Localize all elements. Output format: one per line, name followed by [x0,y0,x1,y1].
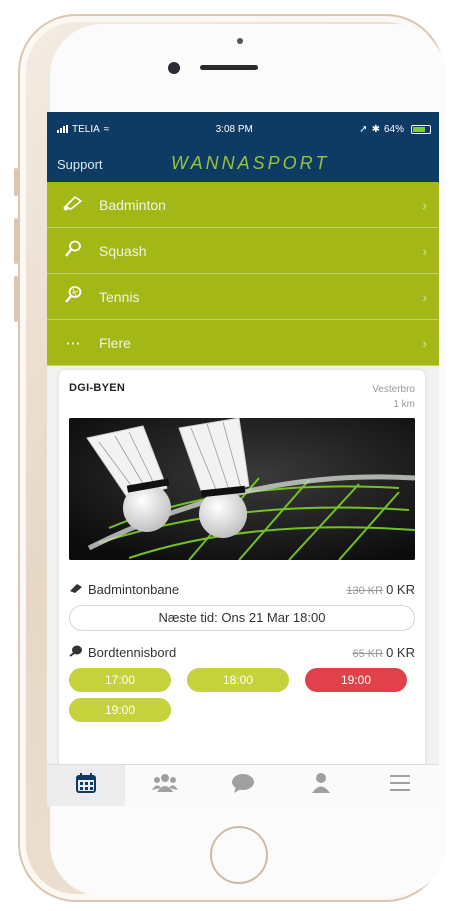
more-dots-icon: ⋯ [65,334,81,352]
menu-item-squash[interactable]: Squash › [47,228,439,274]
bottom-tab-bar [47,764,439,806]
tab-profile[interactable] [282,765,360,806]
old-price: 130 KR [346,585,384,597]
time-slot-chip-unavailable[interactable]: 19:00 [305,668,407,692]
tennis-racket-icon [61,285,85,308]
menu-label: Squash [99,242,147,259]
menu-item-tennis[interactable]: Tennis › [47,274,439,320]
chevron-right-icon: › [422,288,427,305]
mute-switch [14,168,18,196]
location-icon: ➚ [359,123,368,135]
squash-racket-icon [61,240,85,262]
chevron-right-icon: › [422,242,427,259]
facility-name: Badmintonbane [88,582,180,597]
menu-item-flere[interactable]: ⋯ Flere › [47,320,439,366]
calendar-icon [75,772,97,799]
venue-photo [69,418,415,560]
venue-name: DGI-BYEN [69,382,126,394]
chevron-right-icon: › [422,196,427,213]
tab-chat[interactable] [204,765,282,806]
status-bar: TELIA ≈ 3:08 PM ➚ ✱ 64% [47,112,439,146]
volume-down-button [14,276,18,322]
app-screen: TELIA ≈ 3:08 PM ➚ ✱ 64% Support WANNASPO… [47,112,439,806]
hamburger-menu-icon [389,774,411,797]
next-time-button[interactable]: Næste tid: Ons 21 Mar 18:00 [69,605,415,631]
home-button[interactable] [210,826,268,884]
menu-item-badminton[interactable]: Badminton › [47,182,439,228]
table-tennis-icon [69,645,83,660]
brand-logo: WANNASPORT [171,153,330,173]
shuttlecock-icon [61,195,85,215]
shuttlecock-icon [69,582,83,597]
time-slots: 17:00 18:00 19:00 19:00 [69,668,415,722]
top-navigation: Support WANNASPORT [47,146,439,182]
menu-label: Tennis [99,288,140,305]
facility-name: Bordtennisbord [88,645,177,660]
venue-distance: 1 km [393,399,415,410]
price: 0 KR [386,645,415,660]
proximity-sensor [237,38,243,44]
carrier-label: TELIA [72,123,100,135]
facility-row[interactable]: Bordtennisbord 65 KR 0 KR [69,645,415,660]
battery-icon [411,124,431,134]
facility-row[interactable]: Badmintonbane 130 KR 0 KR [69,582,415,597]
wifi-icon: ≈ [103,123,110,135]
bluetooth-icon: ✱ [371,123,380,135]
signal-icon [57,125,68,133]
menu-label: Flere [99,334,131,351]
time-slot-chip[interactable]: 19:00 [69,698,171,722]
price: 0 KR [386,582,415,597]
front-camera-icon [168,62,180,74]
venue-area: Vesterbro [372,384,415,395]
tab-menu[interactable] [361,765,439,806]
sport-menu: Badminton › Squash › Tennis › ⋯ Flere › [47,182,439,366]
old-price: 65 KR [352,648,384,660]
menu-label: Badminton [99,196,166,213]
volume-up-button [14,218,18,264]
earpiece-speaker [200,65,258,70]
chevron-right-icon: › [422,334,427,351]
time-slot-chip[interactable]: 18:00 [187,668,289,692]
battery-percent: 64% [383,123,404,135]
support-link[interactable]: Support [57,157,103,172]
group-icon [151,772,178,799]
tab-calendar[interactable] [47,765,126,806]
venue-card[interactable]: DGI-BYEN Vesterbro 1 km Badmintonbane 13… [59,370,425,780]
time-slot-chip[interactable]: 17:00 [69,668,171,692]
chat-icon [231,773,255,798]
profile-icon [311,772,331,799]
tab-groups[interactable] [125,765,203,806]
clock: 3:08 PM [215,123,253,135]
